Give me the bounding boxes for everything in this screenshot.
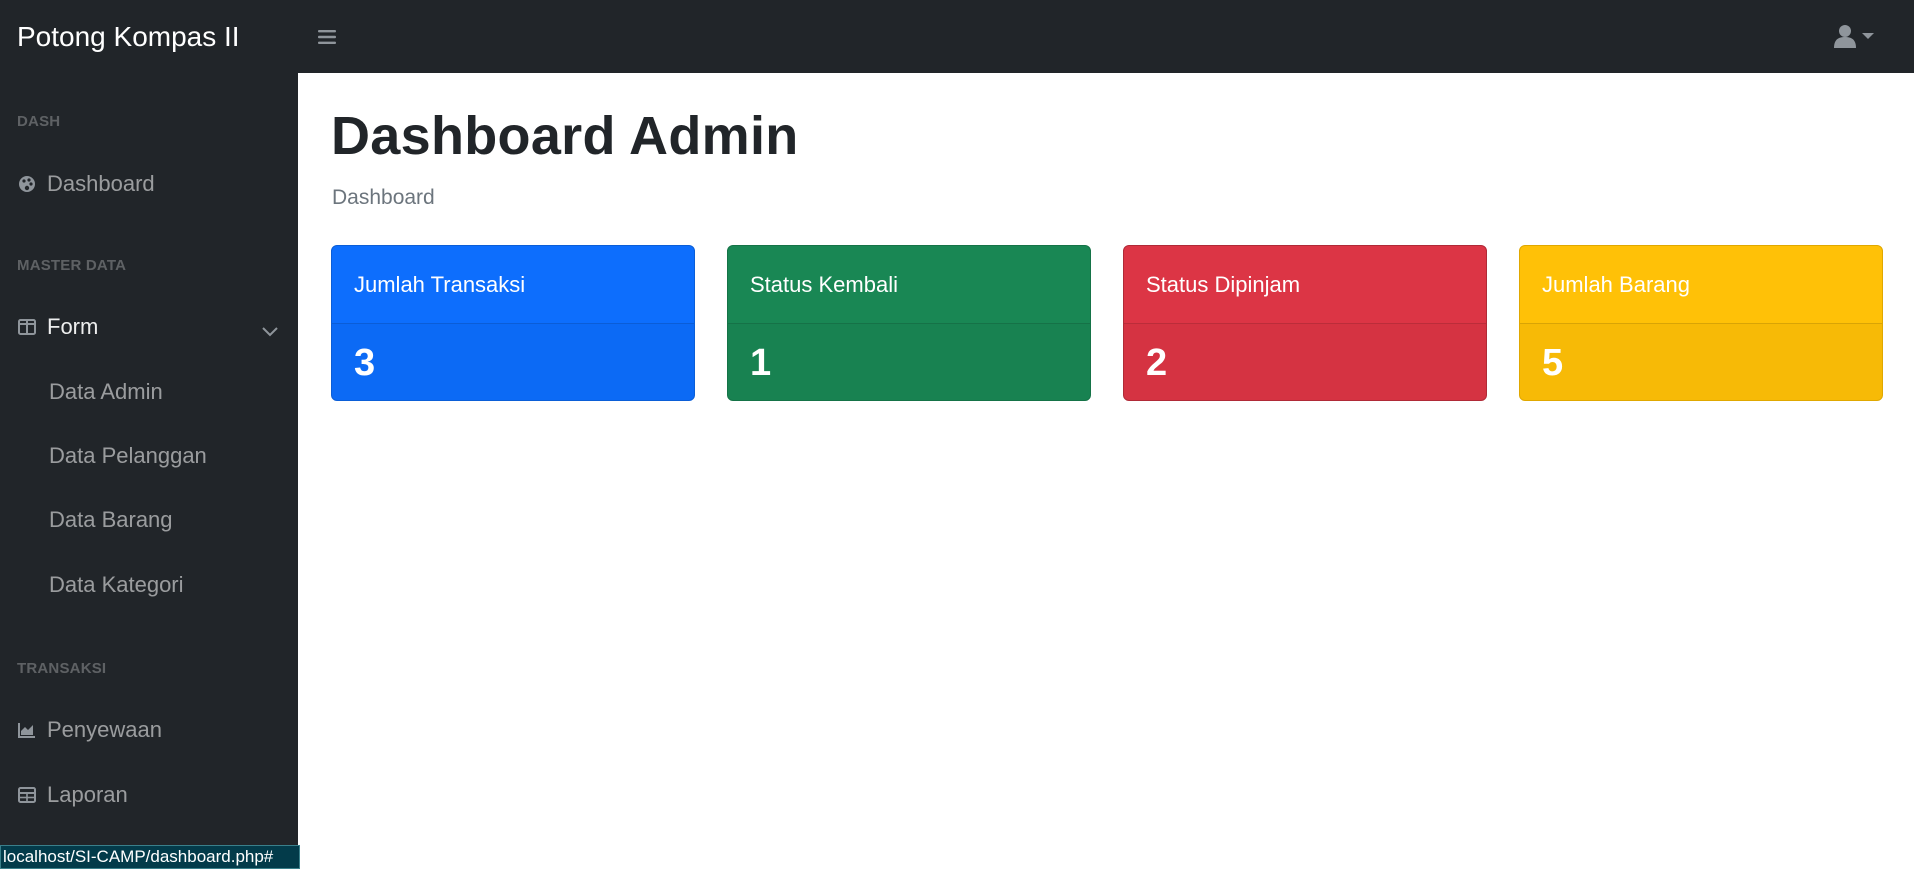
page-title: Dashboard Admin: [331, 106, 799, 166]
columns-icon: [17, 317, 37, 337]
palette-icon: [17, 174, 37, 194]
sidebar-item-label: Laporan: [47, 782, 128, 807]
sidebar-item-label: Penyewaan: [47, 717, 162, 742]
card-label: Status Kembali: [728, 246, 1090, 324]
chevron-down-icon: [262, 317, 278, 343]
main-content: Dashboard Admin Dashboard Jumlah Transak…: [298, 73, 1914, 869]
link-status-bar: localhost/SI-CAMP/dashboard.php#: [0, 845, 300, 869]
card-status-kembali[interactable]: Status Kembali 1: [727, 245, 1091, 401]
sidebar-subitem-label: Data Pelanggan: [49, 443, 207, 468]
table-icon: [17, 785, 37, 805]
user-icon: [1834, 25, 1856, 48]
card-jumlah-transaksi[interactable]: Jumlah Transaksi 3: [331, 245, 695, 401]
card-status-dipinjam[interactable]: Status Dipinjam 2: [1123, 245, 1487, 401]
card-label: Status Dipinjam: [1124, 246, 1486, 324]
card-value: 3: [332, 324, 694, 400]
sidebar-subitem-data-kategori[interactable]: Data Kategori: [0, 562, 298, 608]
card-label: Jumlah Transaksi: [332, 246, 694, 324]
sidebar-heading-dash: DASH: [17, 113, 61, 130]
sidebar-heading-master-data: MASTER DATA: [17, 257, 127, 274]
sidebar-item-laporan[interactable]: Laporan: [0, 772, 298, 818]
user-dropdown-button[interactable]: [1834, 20, 1874, 52]
top-navbar: Potong Kompas II: [0, 0, 1914, 73]
card-value: 1: [728, 324, 1090, 400]
breadcrumb: Dashboard: [332, 186, 435, 209]
sidebar-subitem-data-admin[interactable]: Data Admin: [0, 369, 298, 415]
card-value: 5: [1520, 324, 1882, 400]
sidebar-subitem-label: Data Barang: [49, 507, 173, 532]
card-label: Jumlah Barang: [1520, 246, 1882, 324]
card-value: 2: [1124, 324, 1486, 400]
sidebar-subitem-label: Data Admin: [49, 379, 163, 404]
sidebar-subitem-data-pelanggan[interactable]: Data Pelanggan: [0, 433, 298, 479]
sidebar-item-dashboard[interactable]: Dashboard: [0, 161, 298, 207]
sidebar: DASH Dashboard MASTER DATA Form Data Adm…: [0, 73, 298, 869]
sidebar-item-label: Form: [47, 314, 99, 339]
sidebar-toggle-button[interactable]: [310, 20, 344, 54]
sidebar-item-form[interactable]: Form: [0, 304, 298, 350]
brand-title[interactable]: Potong Kompas II: [0, 21, 298, 53]
sidebar-item-penyewaan[interactable]: Penyewaan: [0, 707, 298, 753]
sidebar-subitem-label: Data Kategori: [49, 572, 184, 597]
sidebar-item-label: Dashboard: [47, 171, 155, 196]
card-jumlah-barang[interactable]: Jumlah Barang 5: [1519, 245, 1883, 401]
sidebar-heading-transaksi: TRANSAKSI: [17, 660, 107, 677]
sidebar-subitem-data-barang[interactable]: Data Barang: [0, 497, 298, 543]
chart-area-icon: [17, 720, 37, 740]
caret-down-icon: [1862, 33, 1874, 39]
bars-icon: [318, 29, 336, 44]
